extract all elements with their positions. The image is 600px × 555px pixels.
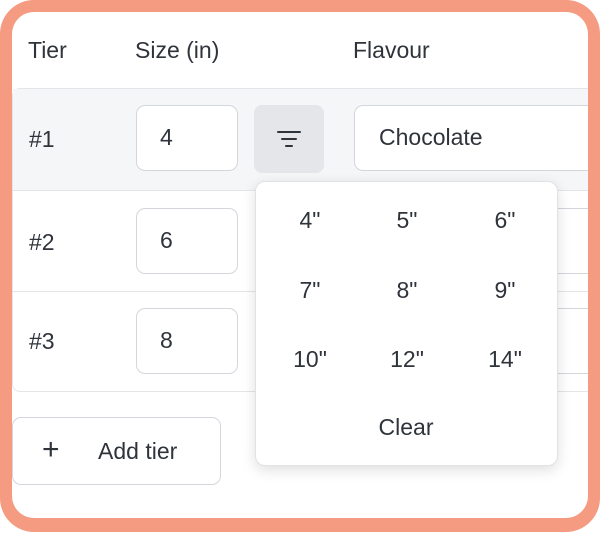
- plus-icon: +: [42, 433, 60, 466]
- tier-row: #1 4 Chocolate: [13, 89, 588, 190]
- clear-size-button[interactable]: Clear: [346, 407, 466, 447]
- add-tier-button[interactable]: + Add tier: [12, 417, 221, 485]
- size-input[interactable]: 8: [136, 308, 238, 374]
- size-picker-popover: 4" 5" 6" 7" 8" 9" 10" 12" 14" Clear: [255, 181, 558, 466]
- column-header-tier: Tier: [28, 37, 67, 63]
- size-option-14[interactable]: 14": [465, 339, 545, 379]
- size-option-10[interactable]: 10": [270, 339, 350, 379]
- size-option-4[interactable]: 4": [270, 200, 350, 240]
- size-option-12[interactable]: 12": [367, 339, 447, 379]
- column-header-flavour: Flavour: [353, 37, 430, 63]
- size-option-7[interactable]: 7": [270, 270, 350, 310]
- size-option-9[interactable]: 9": [465, 270, 545, 310]
- size-picker-button[interactable]: [254, 105, 324, 173]
- tier-number: #2: [29, 229, 55, 255]
- size-option-8[interactable]: 8": [367, 270, 447, 310]
- tier-number: #1: [29, 126, 55, 152]
- column-header-size: Size (in): [135, 37, 220, 63]
- tier-number: #3: [29, 328, 55, 354]
- size-option-5[interactable]: 5": [367, 200, 447, 240]
- filter-lines-icon: [277, 131, 301, 147]
- add-tier-label: Add tier: [98, 438, 178, 464]
- size-input[interactable]: 4: [136, 105, 238, 171]
- cake-tier-editor: Tier Size (in) Flavour #1 4 Chocolate #2…: [12, 12, 588, 518]
- size-input[interactable]: 6: [136, 208, 238, 274]
- frame: Tier Size (in) Flavour #1 4 Chocolate #2…: [0, 0, 600, 532]
- size-option-6[interactable]: 6": [465, 200, 545, 240]
- flavour-input[interactable]: Chocolate: [354, 105, 588, 171]
